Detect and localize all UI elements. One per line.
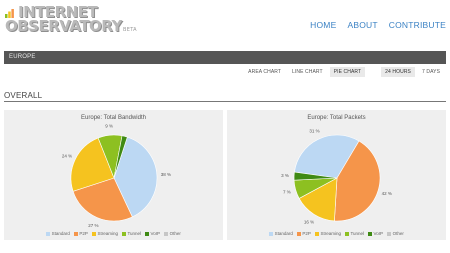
- nav-contribute-link[interactable]: CONTRIBUTE: [389, 20, 446, 30]
- view-tabs: AREA CHART LINE CHART PIE CHART 24 HOURS…: [244, 67, 444, 77]
- legend-swatch: [164, 231, 169, 236]
- pie-label-voip: 3 %: [281, 173, 289, 178]
- tab-spacer: [368, 67, 378, 77]
- legend-swatch: [145, 231, 150, 236]
- legend-item-p2p: P2P: [73, 231, 88, 236]
- legend-item-standard: Standard: [46, 231, 70, 236]
- legend-item-streaming: Streaming: [91, 231, 118, 236]
- legend-swatch: [73, 231, 78, 236]
- legend-swatch: [368, 231, 373, 236]
- bandwidth-pie-chart: 38 % 27 % 24 % 9 %: [62, 124, 171, 228]
- pie-label-tunnel: 7 %: [283, 190, 291, 195]
- legend-label: VoIP: [150, 231, 161, 236]
- legend-label: VoIP: [373, 231, 384, 236]
- overall-title: OVERALL: [4, 91, 43, 100]
- legend-label: Other: [169, 231, 181, 236]
- tab-area-chart[interactable]: AREA CHART: [244, 67, 285, 77]
- tab-7-days[interactable]: 7 DAYS: [418, 67, 444, 77]
- legend-swatch: [296, 231, 301, 236]
- packets-legend: Standard P2P Streaming Tunnel VoIP Other: [227, 231, 446, 236]
- pie-label-tunnel: 9 %: [105, 124, 113, 129]
- bandwidth-legend: Standard P2P Streaming Tunnel VoIP Other: [4, 231, 223, 236]
- legend-item-tunnel: Tunnel: [121, 231, 142, 236]
- legend-item-other: Other: [164, 231, 181, 236]
- tab-24-hours[interactable]: 24 HOURS: [381, 67, 415, 77]
- legend-label: Streaming: [97, 231, 118, 236]
- legend-label: Tunnel: [350, 231, 365, 236]
- legend-swatch: [269, 231, 274, 236]
- legend-label: P2P: [79, 231, 88, 236]
- legend-swatch: [314, 231, 319, 236]
- legend-label: Other: [392, 231, 404, 236]
- nav-home-link[interactable]: HOME: [310, 20, 336, 30]
- main-nav: HOME ABOUT CONTRIBUTE: [310, 20, 446, 30]
- legend-item-voip: VoIP: [145, 231, 160, 236]
- legend-label: Streaming: [320, 231, 341, 236]
- pie-label-streaming: 24 %: [62, 153, 72, 158]
- tab-pie-chart[interactable]: PIE CHART: [329, 67, 366, 77]
- legend-item-standard: Standard: [269, 231, 293, 236]
- bandwidth-chart-panel: Europe: Total Bandwidth 38 % 27 % 24 % 9 % …: [4, 110, 223, 240]
- pie-label-p2p: 27 %: [88, 223, 98, 228]
- legend-item-streaming: Streaming: [314, 231, 341, 236]
- packets-pie-chart: 31 % 42 % 16 % 7 % 3 %: [281, 129, 392, 225]
- legend-item-other: Other: [387, 231, 404, 236]
- legend-label: Standard: [51, 231, 70, 236]
- legend-item-voip: VoIP: [368, 231, 383, 236]
- pie-label-standard: 38 %: [161, 172, 171, 177]
- nav-about-link[interactable]: ABOUT: [347, 20, 377, 30]
- pie-label-streaming: 16 %: [304, 219, 314, 224]
- legend-swatch: [344, 231, 349, 236]
- legend-swatch: [46, 231, 51, 236]
- legend-item-p2p: P2P: [296, 231, 311, 236]
- logo-line2: OBSERVATORY: [5, 17, 122, 35]
- legend-swatch: [387, 231, 392, 236]
- legend-swatch: [91, 231, 96, 236]
- packets-chart-panel: Europe: Total Packets 31 % 42 % 16 % 7 % 3 %…: [227, 110, 446, 240]
- pie-label-standard: 31 %: [309, 129, 319, 134]
- legend-label: Standard: [274, 231, 293, 236]
- header: INTERNET OBSERVATORY BETA HOME ABOUT CON…: [0, 0, 450, 46]
- logo[interactable]: INTERNET OBSERVATORY BETA: [5, 3, 155, 43]
- logo-beta: BETA: [123, 27, 137, 33]
- region-bar: EUROPE: [4, 51, 446, 64]
- legend-swatch: [121, 231, 126, 236]
- pie-label-p2p: 42 %: [382, 191, 392, 196]
- legend-label: P2P: [302, 231, 311, 236]
- overall-divider: [4, 101, 446, 102]
- legend-item-tunnel: Tunnel: [344, 231, 365, 236]
- tab-line-chart[interactable]: LINE CHART: [288, 67, 327, 77]
- legend-label: Tunnel: [127, 231, 142, 236]
